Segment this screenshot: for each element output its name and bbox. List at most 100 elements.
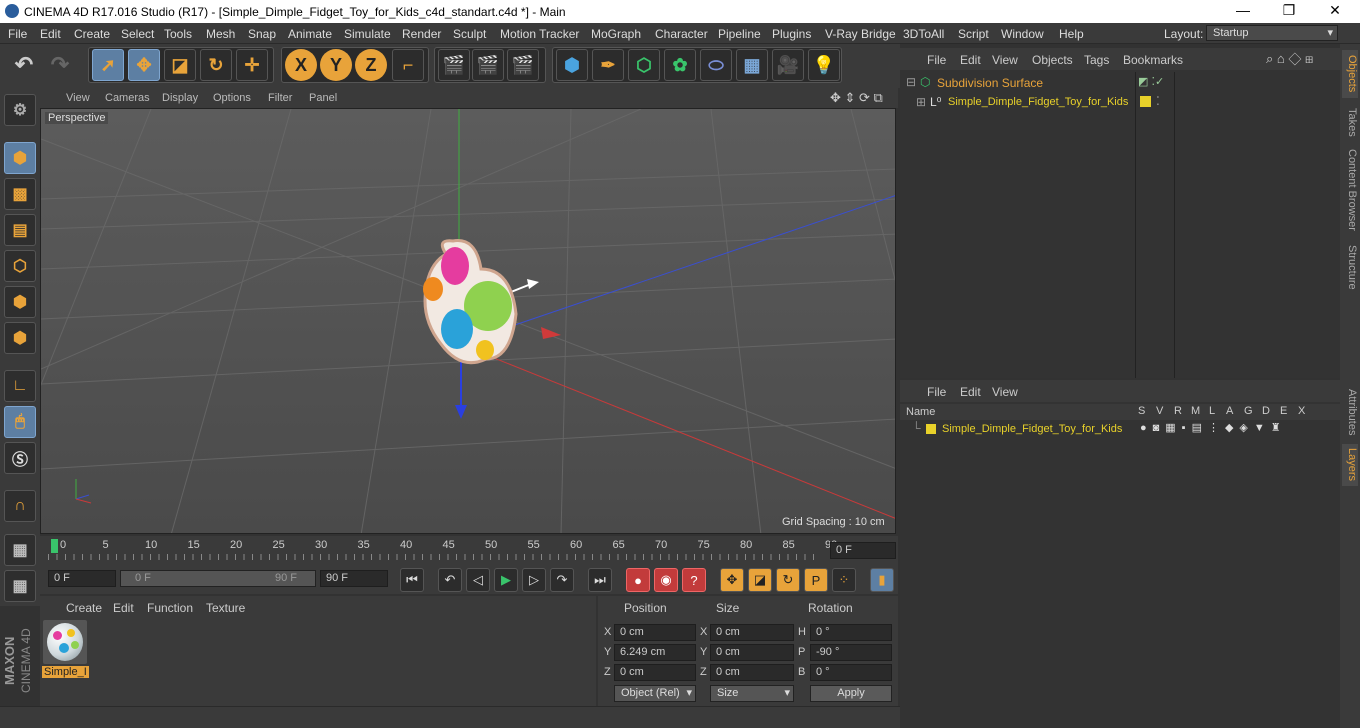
tab-layers[interactable]: Layers [1342,444,1358,486]
coord-mode-dropdown[interactable]: Object (Rel) ▾ [614,685,696,702]
menu-file[interactable]: File [8,27,27,41]
minimize-button[interactable]: — [1228,2,1258,20]
play-icon[interactable]: ▶ [494,568,518,592]
snap-icon[interactable]: Ⓢ [4,442,36,474]
rot-p-field[interactable]: -90 ° [810,644,892,661]
key-position-icon[interactable]: ✥ [720,568,744,592]
col-generators[interactable]: G [1244,405,1253,417]
size-z-field[interactable]: 0 cm [710,664,794,681]
material-swatch[interactable] [43,620,87,664]
key-rotation-icon[interactable]: ↻ [776,568,800,592]
menu-mesh[interactable]: Mesh [206,27,235,41]
auto-keying-icon[interactable]: ◉ [654,568,678,592]
material-menu-edit[interactable]: Edit [113,601,134,615]
model-mode-icon[interactable]: ⬢ [4,142,36,174]
previous-key-icon[interactable]: ↶ [438,568,462,592]
end-frame-field[interactable]: 90 F [320,570,388,587]
layer-flag-icons[interactable]: ●◙▦▪▤⋮◆◈▼♜ [1140,421,1287,434]
pos-y-field[interactable]: 6.249 cm [614,644,696,661]
next-key-icon[interactable]: ↷ [550,568,574,592]
menu-plugins[interactable]: Plugins [772,27,811,41]
keyframe-selection-icon[interactable]: ? [682,568,706,592]
gizmo-z-arrowhead[interactable] [455,405,467,419]
light-icon[interactable]: 💡 [808,49,840,81]
object-menu-view[interactable]: View [992,53,1018,67]
col-view[interactable]: V [1156,405,1163,417]
record-keys-icon[interactable]: ● [626,568,650,592]
col-xref[interactable]: X [1298,405,1305,417]
layer-row[interactable]: └ Simple_Dimple_Fidget_Toy_for_Kids ●◙▦▪… [900,421,1340,438]
object-name-toy[interactable]: Simple_Dimple_Fidget_Toy_for_Kids [948,96,1128,108]
material-menu-create[interactable]: Create [66,601,102,615]
menu-tools[interactable]: Tools [164,27,192,41]
object-menu-edit[interactable]: Edit [960,53,981,67]
menu-sculpt[interactable]: Sculpt [453,27,486,41]
visibility-check-icon[interactable]: ◩ ⁚✓ [1138,75,1164,88]
size-mode-dropdown[interactable]: Size ▾ [710,685,794,702]
size-x-field[interactable]: 0 cm [710,624,794,641]
object-menu-file[interactable]: File [927,53,946,67]
edges-mode-icon[interactable]: ⬢ [4,286,36,318]
expand-icon[interactable]: ⊞ [916,95,926,109]
workplane-icon[interactable]: ▤ [4,214,36,246]
material-menu-texture[interactable]: Texture [206,601,245,615]
menu-snap[interactable]: Snap [248,27,276,41]
col-deformers[interactable]: D [1262,405,1270,417]
render-settings-icon[interactable]: 🎬 [507,49,539,81]
axis-mode-icon[interactable]: ∟ [4,370,36,402]
menu-animate[interactable]: Animate [288,27,332,41]
coordinate-system-icon[interactable]: ⌐ [392,49,424,81]
workplane-lock-icon[interactable]: ▦ [4,534,36,566]
menu-mograph[interactable]: MoGraph [591,27,641,41]
render-view-icon[interactable]: 🎬 [438,49,470,81]
tab-objects[interactable]: Objects [1342,50,1358,98]
object-search-icons[interactable]: ⌕ ⌂ ◇ ⊞ [1266,51,1313,67]
layout-select[interactable]: Startup ▾ [1206,25,1338,41]
gizmo-y-arrowhead[interactable] [527,279,539,289]
subdivision-icon[interactable]: ⬡ [628,49,660,81]
viewport-menu-options[interactable]: Options [213,92,251,104]
floor-icon[interactable]: ▦ [736,49,768,81]
grid-snap-icon[interactable]: ▦ [4,570,36,602]
viewport-menu-display[interactable]: Display [162,92,198,104]
material-name[interactable]: Simple_I [42,666,89,678]
render-picture-viewer-icon[interactable]: 🎬 [472,49,504,81]
menu-select[interactable]: Select [121,27,154,41]
viewport-menu-panel[interactable]: Panel [309,92,337,104]
gizmo-x-arrowhead[interactable] [541,327,561,339]
make-editable-icon[interactable]: ⚙ [4,94,36,126]
fidget-toy-model[interactable] [423,239,518,365]
timeline-playhead[interactable] [51,539,58,553]
tab-takes[interactable]: Takes [1342,104,1358,140]
pos-z-field[interactable]: 0 cm [614,664,696,681]
rot-b-field[interactable]: 0 ° [810,664,892,681]
go-to-end-icon[interactable]: ⏭ [588,568,612,592]
viewport-menu-filter[interactable]: Filter [268,92,292,104]
visibility-dots-icon[interactable]: ⁚ [1156,94,1160,108]
col-expressions[interactable]: E [1280,405,1287,417]
pos-x-field[interactable]: 0 cm [614,624,696,641]
start-frame-field[interactable]: 0 F [48,570,116,587]
key-parameter-icon[interactable]: P [804,568,828,592]
tree-row-toy[interactable]: ⊞ L⁰ Simple_Dimple_Fidget_Toy_for_Kids ⁚ [900,94,1340,112]
layer-menu-edit[interactable]: Edit [960,385,981,399]
object-menu-tags[interactable]: Tags [1084,53,1109,67]
move-select-icon[interactable]: ➚ [92,49,124,81]
rotate-icon[interactable]: ↻ [200,49,232,81]
layer-menu-file[interactable]: File [927,385,946,399]
object-name-subdivision[interactable]: Subdivision Surface [937,76,1043,90]
menu-simulate[interactable]: Simulate [344,27,391,41]
apply-button[interactable]: Apply [810,685,892,702]
move-icon[interactable]: ✥ [128,49,160,81]
col-manager[interactable]: M [1191,405,1200,417]
menu-render[interactable]: Render [402,27,441,41]
material-menu-function[interactable]: Function [147,601,193,615]
object-menu-bookmarks[interactable]: Bookmarks [1123,53,1183,67]
pen-spline-icon[interactable]: ✒ [592,49,624,81]
col-locked[interactable]: L [1209,405,1215,417]
go-to-start-icon[interactable]: ⏮ [400,568,424,592]
polygons-mode-icon[interactable]: ⬢ [4,322,36,354]
maximize-button[interactable]: ❐ [1274,2,1304,20]
timeline-window-icon[interactable]: ▮ [870,568,894,592]
y-axis-lock-button[interactable]: Y [320,49,352,81]
